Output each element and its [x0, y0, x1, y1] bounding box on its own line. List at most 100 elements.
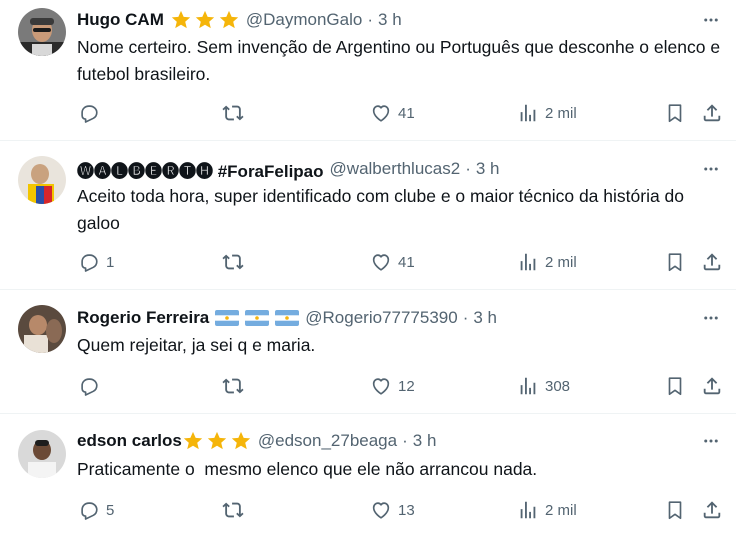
bookmark-button[interactable]	[664, 498, 686, 522]
bookmark-icon	[668, 104, 682, 123]
reply-button[interactable]	[78, 101, 106, 125]
bookmark-icon	[668, 377, 682, 396]
share-button[interactable]	[701, 374, 723, 398]
views-button[interactable]: 308	[517, 374, 570, 398]
avatar[interactable]	[18, 305, 66, 353]
like-button[interactable]: 13	[370, 498, 415, 522]
user-handle[interactable]: @edson_27beaga	[258, 431, 397, 451]
retweet-button[interactable]	[222, 498, 244, 522]
reply-count: 1	[106, 253, 115, 271]
user-handle[interactable]: @walberthlucas2	[330, 159, 461, 179]
views-count: 2 mil	[545, 253, 577, 271]
views-icon	[520, 377, 536, 395]
reply-icon	[81, 105, 98, 123]
share-icon	[703, 104, 721, 122]
action-bar: 12 308	[0, 374, 736, 398]
more-options-button[interactable]	[700, 430, 722, 452]
timestamp[interactable]: 3 h	[378, 10, 402, 30]
timestamp[interactable]: 3 h	[473, 308, 497, 328]
views-button[interactable]: 2 mil	[517, 250, 577, 274]
views-icon	[520, 253, 536, 271]
star-badges	[170, 9, 240, 31]
more-options-button[interactable]	[700, 158, 722, 180]
star-icon	[183, 431, 203, 450]
reply-button[interactable]: 1	[78, 250, 114, 274]
bookmark-button[interactable]	[664, 374, 686, 398]
reply-tweet-4[interactable]: edson carlos @edson_27beaga · 3 h Pratic…	[0, 414, 736, 544]
reply-icon	[81, 502, 98, 520]
like-icon	[372, 254, 390, 271]
like-icon	[372, 105, 390, 122]
like-count: 41	[398, 253, 415, 271]
flag-badges	[215, 310, 300, 326]
reply-tweet-1[interactable]: Hugo CAM @DaymonGalo · 3 h Nome certeiro…	[0, 0, 736, 141]
avatar[interactable]	[18, 430, 66, 478]
views-count: 2 mil	[545, 104, 577, 122]
retweet-icon	[222, 502, 244, 518]
user-handle[interactable]: @Rogerio77775390	[305, 308, 457, 328]
share-button[interactable]	[701, 498, 723, 522]
avatar[interactable]	[18, 156, 66, 204]
star-icon	[207, 431, 227, 450]
retweet-button[interactable]	[222, 101, 250, 125]
tweet-text: Praticamente o mesmo elenco que ele não …	[77, 459, 538, 479]
action-bar: 5 13 2 mil	[0, 498, 736, 522]
reply-icon	[81, 254, 98, 272]
retweet-icon	[222, 254, 244, 270]
like-button[interactable]: 41	[370, 250, 415, 274]
reply-tweet-2[interactable]: 🅦🅐🅛🅑🅔🅡🅣🅗 #ForaFelipao @walberthlucas2 · …	[0, 141, 736, 290]
like-count: 12	[398, 377, 415, 395]
argentina-flag-icon	[215, 310, 240, 326]
action-bar: 41 2 mil	[0, 101, 736, 125]
retweet-button[interactable]	[222, 374, 244, 398]
display-name[interactable]: Hugo CAM	[77, 10, 164, 30]
avatar[interactable]	[18, 8, 66, 56]
tweet-header: edson carlos @edson_27beaga · 3 h	[77, 430, 436, 452]
timestamp[interactable]: 3 h	[413, 431, 437, 451]
more-options-button[interactable]	[700, 307, 722, 329]
display-name[interactable]: Rogerio Ferreira	[77, 308, 209, 328]
separator-dot: ·	[367, 10, 374, 29]
tweet-header: Rogerio Ferreira @Rogerio77775390 · 3 h	[77, 307, 497, 329]
more-icon	[704, 18, 718, 22]
reply-button[interactable]	[78, 374, 106, 398]
more-icon	[704, 316, 718, 320]
bookmark-button[interactable]	[664, 250, 686, 274]
share-icon	[703, 501, 721, 519]
views-icon	[520, 104, 536, 122]
display-name[interactable]: edson carlos	[77, 431, 182, 451]
more-options-button[interactable]	[700, 9, 722, 31]
more-icon	[704, 167, 718, 171]
timestamp[interactable]: 3 h	[476, 159, 500, 179]
separator-dot: ·	[402, 431, 408, 450]
like-button[interactable]: 12	[370, 374, 415, 398]
tweet-text: Aceito toda hora, super identificado com…	[77, 186, 685, 233]
user-handle[interactable]: @DaymonGalo	[246, 10, 362, 30]
bookmark-icon	[668, 253, 682, 272]
retweet-icon	[222, 105, 244, 121]
reply-button[interactable]: 5	[78, 498, 114, 522]
reply-count: 5	[106, 501, 115, 519]
views-button[interactable]: 2 mil	[517, 101, 577, 125]
more-icon	[704, 439, 718, 443]
star-icon	[195, 10, 215, 29]
like-button[interactable]: 41	[370, 101, 415, 125]
star-icon	[231, 431, 251, 450]
share-button[interactable]	[701, 101, 723, 125]
views-button[interactable]: 2 mil	[517, 498, 577, 522]
star-badges	[182, 430, 252, 452]
tweet-header: Hugo CAM @DaymonGalo · 3 h	[77, 9, 402, 31]
views-icon	[520, 501, 536, 519]
like-icon	[372, 378, 390, 395]
reply-tweet-3[interactable]: Rogerio Ferreira @Rogerio77775390 · 3 h …	[0, 290, 736, 414]
share-button[interactable]	[701, 250, 723, 274]
views-count: 308	[545, 377, 571, 395]
retweet-button[interactable]	[222, 250, 244, 274]
retweet-icon	[222, 378, 244, 394]
argentina-flag-icon	[275, 310, 300, 326]
separator-dot: ·	[465, 159, 471, 178]
bookmark-button[interactable]	[664, 101, 686, 125]
display-name[interactable]: 🅦🅐🅛🅑🅔🅡🅣🅗 #ForaFelipao	[77, 157, 324, 182]
tweet-text: Nome certeiro. Sem invenção de Argentino…	[77, 37, 721, 84]
separator-dot: ·	[462, 308, 469, 327]
